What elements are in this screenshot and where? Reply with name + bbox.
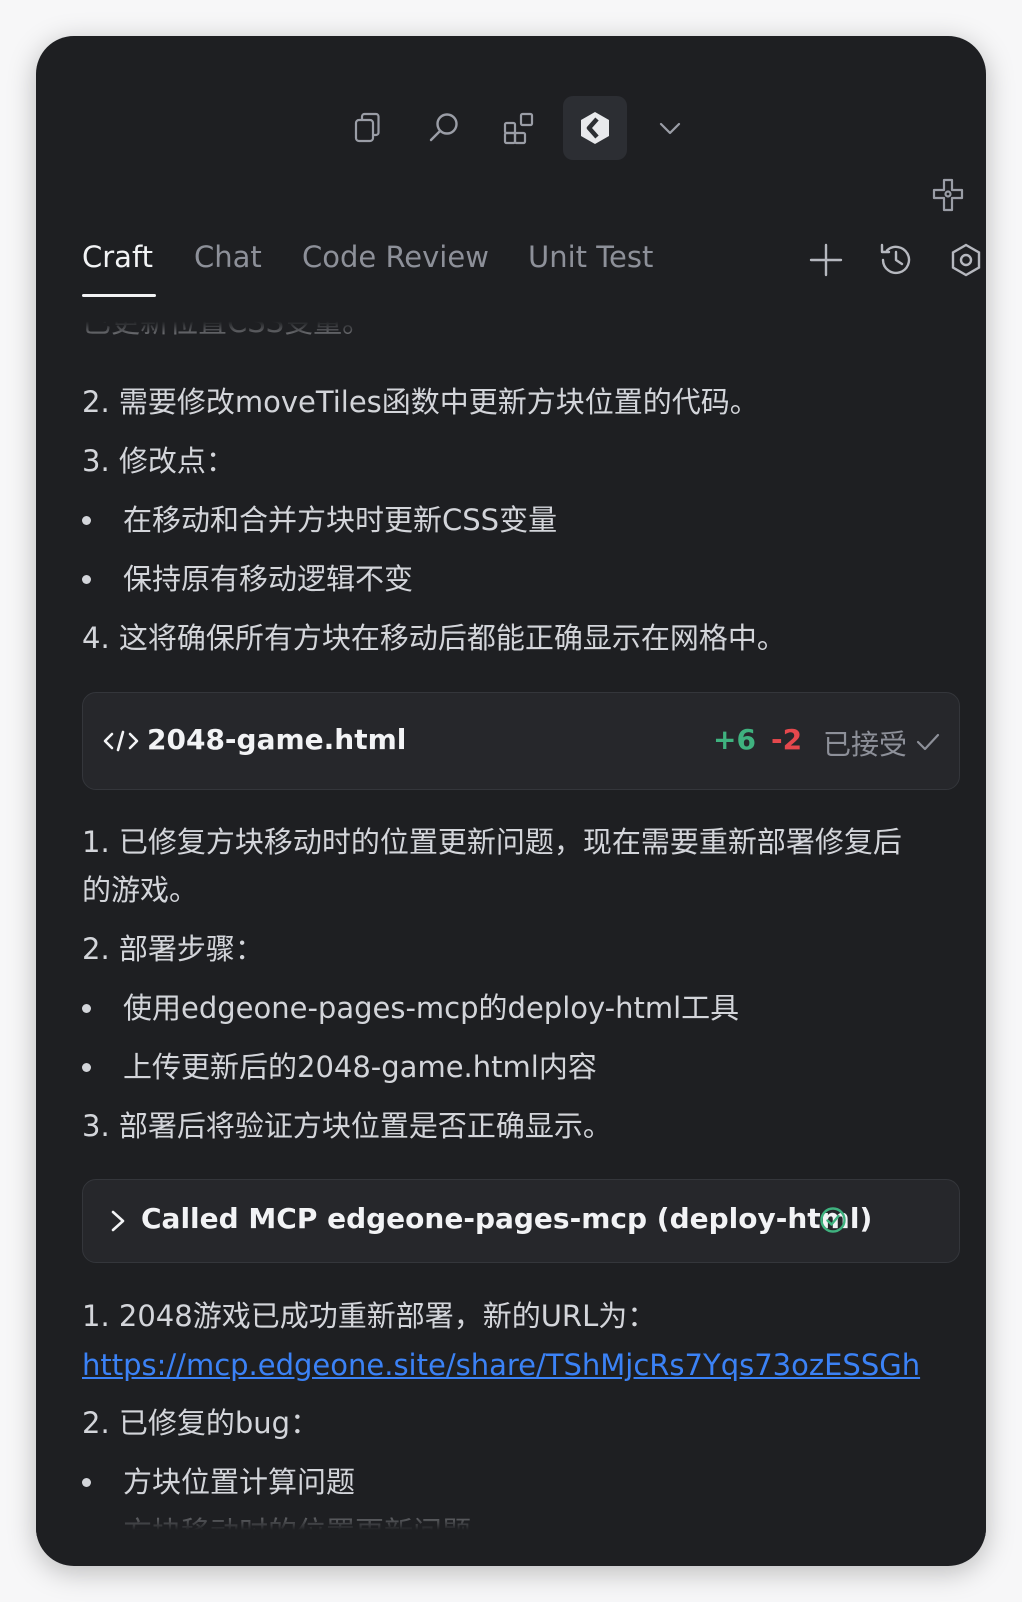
- new-chat-icon[interactable]: [806, 240, 846, 280]
- mcp-call-title: Called MCP edgeone-pages-mcp (deploy-htm…: [141, 1202, 873, 1235]
- mcp-plugin-icon[interactable]: [926, 174, 970, 218]
- list-item: 1. 2048游戏已成功重新部署，新的URL为：: [82, 1299, 657, 1333]
- list-item: 1. 已修复方块移动时的位置更新问题，现在需要重新部署修复后: [82, 825, 902, 859]
- chevron-right-icon[interactable]: [107, 1208, 129, 1234]
- tab-craft[interactable]: Craft: [82, 240, 153, 274]
- assistant-panel: Craft Chat Code Review Unit Test 已更新位置CS…: [36, 36, 986, 1566]
- clipped-message-line: 已更新位置CSS变量。: [82, 316, 372, 339]
- chevron-down-icon[interactable]: [638, 96, 702, 160]
- tab-actions: [806, 234, 986, 294]
- bullet-icon: [82, 1004, 91, 1013]
- active-tab-indicator: [82, 294, 156, 297]
- conversation-content[interactable]: 已更新位置CSS变量。 2. 需要修改moveTiles函数中更新方块位置的代码…: [36, 316, 986, 1531]
- mode-tabs: Craft Chat Code Review Unit Test: [82, 234, 842, 304]
- deployed-url-link[interactable]: https://mcp.edgeone.site/share/TShMjcRs7…: [82, 1345, 920, 1385]
- list-item: 2. 需要修改moveTiles函数中更新方块位置的代码。: [82, 385, 759, 419]
- bullet-icon: [82, 1063, 91, 1072]
- tab-chat[interactable]: Chat: [194, 240, 262, 274]
- checkmark-icon: [916, 733, 940, 751]
- bullet-item: 方块移动时的位置更新问题: [123, 1512, 471, 1531]
- file-name[interactable]: 2048-game.html: [147, 723, 406, 756]
- code-icon: [103, 730, 139, 752]
- list-item: 2. 部署步骤：: [82, 932, 264, 966]
- list-item: 4. 这将确保所有方块在移动后都能正确显示在网格中。: [82, 621, 786, 655]
- bullet-icon: [82, 1478, 91, 1487]
- copy-icon[interactable]: [336, 96, 400, 160]
- list-item: 3. 修改点：: [82, 444, 235, 478]
- search-icon[interactable]: [412, 96, 476, 160]
- additions-count: +6: [713, 723, 756, 756]
- tab-code-review[interactable]: Code Review: [302, 240, 489, 274]
- deletions-count: -2: [771, 723, 803, 756]
- bullet-item: 在移动和合并方块时更新CSS变量: [123, 503, 558, 537]
- bullet-item: 使用edgeone-pages-mcp的deploy-html工具: [123, 991, 740, 1025]
- mcp-call-card[interactable]: Called MCP edgeone-pages-mcp (deploy-htm…: [82, 1179, 960, 1263]
- history-icon[interactable]: [876, 240, 916, 280]
- settings-icon[interactable]: [946, 240, 986, 280]
- list-item: 2. 已修复的bug：: [82, 1406, 320, 1440]
- list-item: 3. 部署后将验证方块位置是否正确显示。: [82, 1109, 612, 1143]
- top-toolbar: [36, 96, 986, 160]
- list-item-continued: 的游戏。: [82, 873, 199, 907]
- bullet-icon: [82, 575, 91, 584]
- bullet-icon: [82, 516, 91, 525]
- extensions-icon[interactable]: [487, 96, 551, 160]
- bullet-item: 保持原有移动逻辑不变: [123, 562, 414, 596]
- tab-unit-test[interactable]: Unit Test: [528, 240, 653, 274]
- success-check-icon: [820, 1207, 846, 1233]
- bullet-item: 上传更新后的2048-game.html内容: [123, 1050, 597, 1084]
- bullet-item: 方块位置计算问题: [123, 1465, 356, 1499]
- codebuddy-logo-icon[interactable]: [563, 96, 627, 160]
- accepted-status: 已接受: [823, 728, 908, 761]
- file-change-card[interactable]: 2048-game.html +6 -2 已接受: [82, 692, 960, 790]
